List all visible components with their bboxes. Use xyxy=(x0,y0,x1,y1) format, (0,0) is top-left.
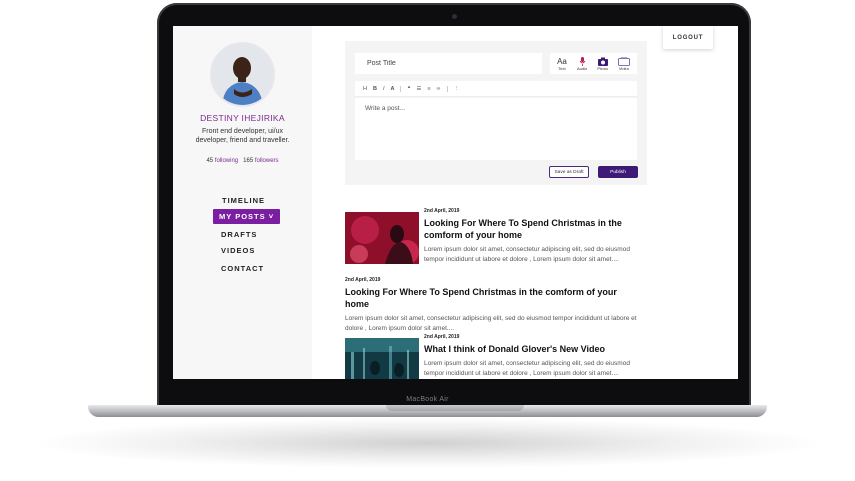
logout-button[interactable]: LOGOUT xyxy=(663,26,713,49)
video-type-label: Video xyxy=(618,65,629,71)
quote-icon[interactable]: ❝ xyxy=(407,86,410,92)
followers-count: 165 xyxy=(243,158,254,164)
link-icon[interactable]: ∞ xyxy=(437,86,441,92)
italic-button[interactable]: I xyxy=(383,86,385,92)
app-screen: DESTINY IHEJIRIKA Front end developer, u… xyxy=(173,26,738,379)
profile-sidebar: DESTINY IHEJIRIKA Front end developer, u… xyxy=(173,26,312,379)
audio-type-label: Audio xyxy=(576,65,588,71)
nav-item-videos[interactable]: VIDEOS xyxy=(221,246,255,255)
post-thumbnail[interactable] xyxy=(345,212,419,264)
profile-name: DESTINY IHEJIRIKA xyxy=(200,113,285,123)
device-brand: MacBook Air xyxy=(406,396,449,403)
publish-button[interactable]: Publish xyxy=(598,166,638,178)
more-options-icon[interactable]: ⋮ xyxy=(454,86,460,92)
toolbar-divider xyxy=(400,85,402,92)
followers-link[interactable]: followers xyxy=(255,158,279,164)
post-title[interactable]: Looking For Where To Spend Christmas in … xyxy=(345,286,641,310)
nav-item-contact[interactable]: CONTACT xyxy=(221,264,264,273)
post-type-selector: Aa Text Audio Photo Video xyxy=(550,53,637,74)
save-draft-button[interactable]: Save as Draft xyxy=(549,166,589,178)
main-content: LOGOUT Aa Text Audio Phot xyxy=(312,26,738,379)
nav-item-timeline[interactable]: TIMELINE xyxy=(222,196,265,205)
heading-button[interactable]: H xyxy=(363,86,367,92)
post-text: 2nd April, 2019 What I think of Donald G… xyxy=(424,334,648,379)
post-thumbnail[interactable] xyxy=(345,338,419,379)
laptop-notch xyxy=(386,405,524,411)
post-title[interactable]: What I think of Donald Glover's New Vide… xyxy=(424,343,648,355)
post-excerpt: Lorem ipsum dolor sit amet, consectetur … xyxy=(424,246,630,263)
profile-bio: Front end developer, ui/ux developer, fr… xyxy=(195,128,290,144)
post-title[interactable]: Looking For Where To Spend Christmas in … xyxy=(424,217,648,241)
microphone-icon xyxy=(579,56,586,66)
post-text: 2nd April, 2019 Looking For Where To Spe… xyxy=(345,277,641,334)
post-date: 2nd April, 2019 xyxy=(424,208,460,214)
audio-type-button[interactable]: Audio xyxy=(576,56,588,71)
photo-type-button[interactable]: Photo xyxy=(597,57,608,71)
profile-stats: 45 following 165 followers xyxy=(173,158,312,164)
video-type-button[interactable]: Video xyxy=(618,56,630,71)
bullet-list-icon[interactable]: ☰ xyxy=(416,86,421,92)
nav-item-drafts[interactable]: DRAFTS xyxy=(221,230,257,239)
video-icon xyxy=(618,56,630,66)
post-item[interactable]: 2nd April, 2019 Looking For Where To Spe… xyxy=(345,208,645,268)
webcam xyxy=(452,14,457,19)
post-date: 2nd April, 2019 xyxy=(424,334,460,340)
post-date: 2nd April, 2019 xyxy=(345,277,381,283)
text-type-button[interactable]: Aa Text xyxy=(557,57,567,71)
avatar[interactable] xyxy=(210,42,275,107)
camera-icon xyxy=(597,57,608,66)
post-text: 2nd April, 2019 Looking For Where To Spe… xyxy=(424,208,648,265)
bold-button[interactable]: B xyxy=(373,86,377,92)
text-type-icon: Aa xyxy=(557,56,567,66)
following-link[interactable]: following xyxy=(215,158,238,164)
post-title-input[interactable] xyxy=(355,53,542,74)
nav-item-my-posts[interactable]: MY POSTS ˅ xyxy=(213,209,281,224)
post-excerpt: Lorem ipsum dolor sit amet, consectetur … xyxy=(345,315,637,332)
text-type-label: Text xyxy=(558,65,566,71)
chevron-down-icon: ˅ xyxy=(268,212,275,221)
numbered-list-icon[interactable]: ≡ xyxy=(427,86,430,92)
post-editor: Aa Text Audio Photo xyxy=(345,41,647,185)
nav-item-my-posts-label: MY POSTS xyxy=(219,212,266,221)
following-count: 45 xyxy=(206,158,214,164)
post-body-input[interactable] xyxy=(355,98,637,160)
formatting-toolbar: H B I A ❝ ☰ ≡ ∞ ⋮ xyxy=(355,81,637,97)
text-color-button[interactable]: A xyxy=(391,86,395,92)
photo-type-label: Photo xyxy=(597,65,608,71)
post-item[interactable]: 2nd April, 2019 Looking For Where To Spe… xyxy=(345,277,645,332)
post-item[interactable]: 2nd April, 2019 What I think of Donald G… xyxy=(345,334,645,379)
post-excerpt: Lorem ipsum dolor sit amet, consectetur … xyxy=(424,360,630,377)
toolbar-divider xyxy=(446,85,448,92)
laptop-shadow xyxy=(40,418,815,468)
